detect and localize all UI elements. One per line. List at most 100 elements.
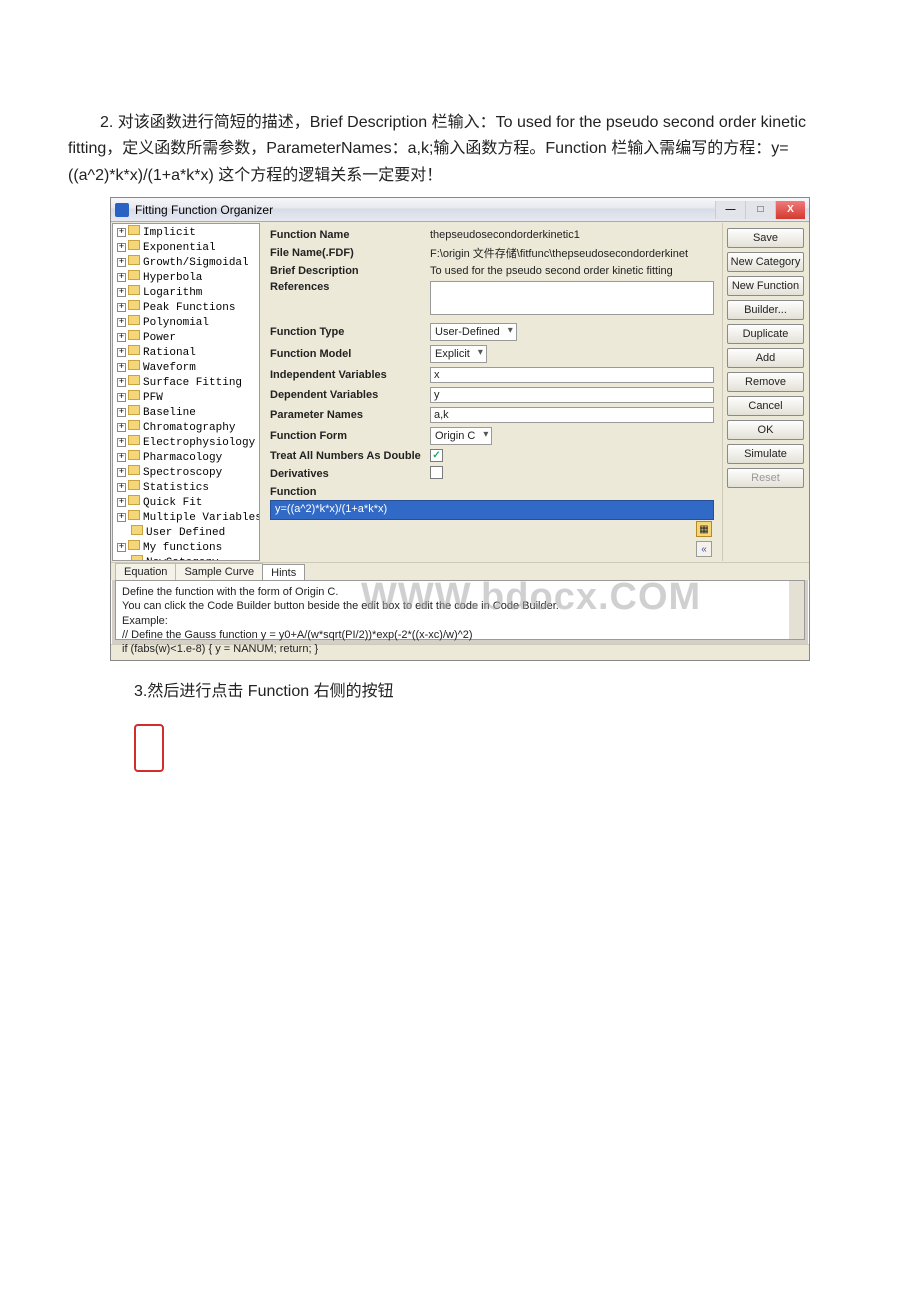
expand-icon[interactable]: + xyxy=(117,423,126,432)
tree-item[interactable]: +Pharmacology xyxy=(115,450,257,465)
tree-item-label: Waveform xyxy=(143,362,196,374)
tree-item[interactable]: User Defined xyxy=(115,525,257,540)
expand-icon[interactable]: + xyxy=(117,258,126,267)
expand-icon[interactable]: + xyxy=(117,378,126,387)
function-type-select[interactable]: User-Defined xyxy=(430,323,517,341)
function-label: Function xyxy=(270,486,430,498)
new-function-button[interactable]: New Function xyxy=(727,276,804,296)
folder-icon xyxy=(128,405,140,415)
maximize-button[interactable]: □ xyxy=(745,201,775,219)
tree-item[interactable]: +Implicit xyxy=(115,225,257,240)
folder-icon xyxy=(128,420,140,430)
tree-item[interactable]: +Quick Fit xyxy=(115,495,257,510)
tab-sample-curve[interactable]: Sample Curve xyxy=(175,563,263,580)
function-category-tree[interactable]: +Implicit+Exponential+Growth/Sigmoidal+H… xyxy=(112,223,260,561)
treat-all-numbers-checkbox[interactable]: ✓ xyxy=(430,449,443,462)
tree-item[interactable]: + Waveform xyxy=(115,360,257,375)
tree-item[interactable]: + Baseline xyxy=(115,405,257,420)
new-category-button[interactable]: New Category xyxy=(727,252,804,272)
reset-button[interactable]: Reset xyxy=(727,468,804,488)
bottom-tabs: Equation Sample Curve Hints xyxy=(111,562,809,580)
minimize-button[interactable]: — xyxy=(715,201,745,219)
cancel-button[interactable]: Cancel xyxy=(727,396,804,416)
tree-item[interactable]: NewCategory xyxy=(115,555,257,561)
function-properties-panel: Function Name thepseudosecondorderkineti… xyxy=(260,223,722,561)
expand-icon[interactable]: + xyxy=(117,543,126,552)
derivatives-checkbox[interactable] xyxy=(430,466,443,479)
titlebar[interactable]: Fitting Function Organizer — □ X xyxy=(111,198,809,222)
folder-icon xyxy=(128,345,140,355)
tree-item[interactable]: + My functions xyxy=(115,540,257,555)
tree-item[interactable]: +Hyperbola xyxy=(115,270,257,285)
folder-icon xyxy=(131,525,143,535)
tree-item-label: Baseline xyxy=(143,407,196,419)
tree-item[interactable]: +Statistics xyxy=(115,480,257,495)
dependent-variables-input[interactable]: y xyxy=(430,387,714,403)
expand-icon[interactable]: + xyxy=(117,453,126,462)
close-button[interactable]: X xyxy=(775,201,805,219)
builder-button[interactable]: Builder... xyxy=(727,300,804,320)
tree-item[interactable]: +Spectroscopy xyxy=(115,465,257,480)
app-icon xyxy=(115,203,129,217)
add-button[interactable]: Add xyxy=(727,348,804,368)
tree-item[interactable]: +Exponential xyxy=(115,240,257,255)
tree-item[interactable]: + Multiple Variables xyxy=(115,510,257,525)
tab-equation[interactable]: Equation xyxy=(115,563,176,580)
folder-icon xyxy=(128,330,140,340)
expand-icon[interactable]: + xyxy=(117,513,126,522)
simulate-button[interactable]: Simulate xyxy=(727,444,804,464)
duplicate-button[interactable]: Duplicate xyxy=(727,324,804,344)
tree-item[interactable]: +Growth/Sigmoidal xyxy=(115,255,257,270)
highlight-rectangle-icon xyxy=(134,724,164,772)
tree-item[interactable]: + Surface Fitting xyxy=(115,375,257,390)
parameter-names-input[interactable]: a,k xyxy=(430,407,714,423)
expand-icon[interactable]: + xyxy=(117,333,126,342)
function-body-editor[interactable]: y=((a^2)*k*x)/(1+a*k*x) xyxy=(270,500,714,520)
function-model-select[interactable]: Explicit xyxy=(430,345,487,363)
collapse-icon[interactable]: « xyxy=(696,541,712,557)
tree-item[interactable]: +Polynomial xyxy=(115,315,257,330)
expand-icon[interactable]: + xyxy=(117,288,126,297)
tree-item[interactable]: +Chromatography xyxy=(115,420,257,435)
paragraph-3: 3.然后进行点击 Function 右侧的按钮 xyxy=(134,679,852,705)
tree-item[interactable]: + Power xyxy=(115,330,257,345)
expand-icon[interactable]: + xyxy=(117,273,126,282)
function-form-select[interactable]: Origin C xyxy=(430,427,492,445)
expand-icon[interactable]: + xyxy=(117,243,126,252)
tree-item-label: Power xyxy=(143,332,176,344)
parameter-names-label: Parameter Names xyxy=(270,409,430,421)
save-button[interactable]: Save xyxy=(727,228,804,248)
references-textarea[interactable] xyxy=(430,281,714,315)
tree-item[interactable]: +Logarithm xyxy=(115,285,257,300)
expand-icon[interactable]: + xyxy=(117,483,126,492)
expand-icon[interactable]: + xyxy=(117,393,126,402)
function-name-label: Function Name xyxy=(270,229,430,241)
remove-button[interactable]: Remove xyxy=(727,372,804,392)
tree-item-label: Electrophysiology xyxy=(143,437,255,449)
expand-icon[interactable]: + xyxy=(117,438,126,447)
function-type-label: Function Type xyxy=(270,326,430,338)
expand-icon[interactable]: + xyxy=(117,348,126,357)
code-builder-icon[interactable]: ▦ xyxy=(696,521,712,537)
ok-button[interactable]: OK xyxy=(727,420,804,440)
folder-icon xyxy=(128,480,140,490)
tree-item[interactable]: +PFW xyxy=(115,390,257,405)
expand-icon[interactable]: + xyxy=(117,363,126,372)
tree-item[interactable]: +Rational xyxy=(115,345,257,360)
expand-icon[interactable]: + xyxy=(117,468,126,477)
expand-icon[interactable]: + xyxy=(117,408,126,417)
tree-item-label: My functions xyxy=(143,542,222,554)
expand-icon[interactable]: + xyxy=(117,318,126,327)
expand-icon[interactable]: + xyxy=(117,498,126,507)
expand-icon[interactable]: + xyxy=(117,228,126,237)
tree-item[interactable]: +Peak Functions xyxy=(115,300,257,315)
independent-variables-input[interactable]: x xyxy=(430,367,714,383)
tree-item[interactable]: + Electrophysiology xyxy=(115,435,257,450)
derivatives-label: Derivatives xyxy=(270,468,430,480)
tree-item-label: Surface Fitting xyxy=(143,377,242,389)
tree-item-label: Multiple Variables xyxy=(143,512,260,524)
hints-scrollbar[interactable] xyxy=(789,581,804,639)
expand-icon[interactable]: + xyxy=(117,303,126,312)
folder-icon xyxy=(128,375,140,385)
tab-hints[interactable]: Hints xyxy=(262,564,305,581)
